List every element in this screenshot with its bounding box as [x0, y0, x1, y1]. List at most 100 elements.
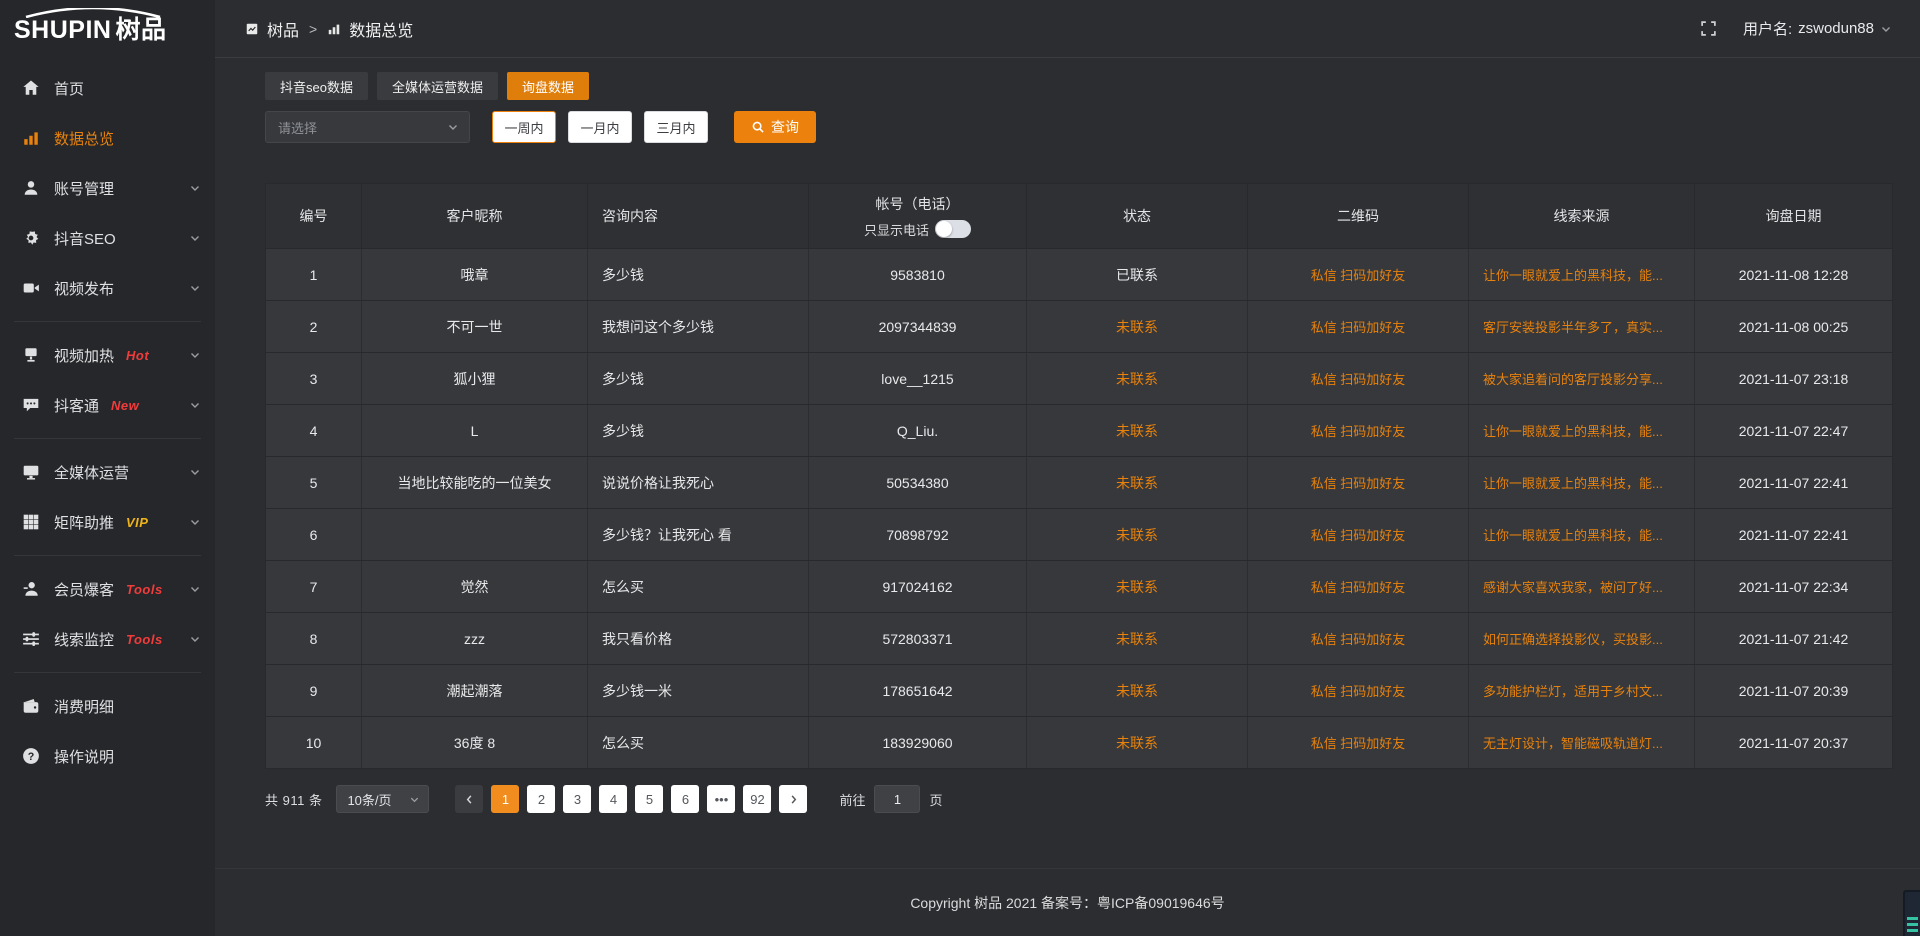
- cell-source-link[interactable]: 让你一眼就爱上的黑科技，能...: [1469, 405, 1695, 456]
- page-size-select[interactable]: 10条/页: [336, 785, 429, 813]
- sidebar-item-label: 矩阵助推: [54, 512, 114, 533]
- cell-qrcode-links[interactable]: 私信 扫码加好友: [1248, 509, 1469, 560]
- cell-qrcode-links[interactable]: 私信 扫码加好友: [1248, 405, 1469, 456]
- page-button-6[interactable]: 6: [671, 785, 699, 813]
- sidebar-item-spending-details[interactable]: 消费明细: [0, 681, 215, 731]
- page-button-4[interactable]: 4: [599, 785, 627, 813]
- chevron-down-icon: [1880, 23, 1892, 35]
- table-row: 10 36度 8 怎么买 183929060 未联系 私信 扫码加好友 无主灯设…: [266, 716, 1892, 768]
- cell-source-link[interactable]: 如何正确选择投影仪，买投影...: [1469, 613, 1695, 664]
- sidebar-item-badge: Tools: [126, 582, 163, 597]
- cell-source-link[interactable]: 多功能护栏灯，适用于乡村文...: [1469, 665, 1695, 716]
- chevron-down-icon: [189, 399, 201, 411]
- chevron-down-icon: [189, 232, 201, 244]
- cell-source-link[interactable]: 感谢大家喜欢我家，被问了好...: [1469, 561, 1695, 612]
- app-window: SHUPIN树品 首页数据总览账号管理抖音SEO视频发布视频加热Hot抖客通Ne…: [0, 0, 1920, 936]
- video-icon: [22, 279, 40, 297]
- footer: Copyright 树品 2021 备案号：粤ICP备09019646号: [215, 868, 1920, 936]
- sidebar-item-account-management[interactable]: 账号管理: [0, 163, 215, 213]
- sidebar-item-omni-media[interactable]: 全媒体运营: [0, 447, 215, 497]
- cell-qrcode-links[interactable]: 私信 扫码加好友: [1248, 717, 1469, 768]
- sidebar-item-douyin-seo[interactable]: 抖音SEO: [0, 213, 215, 263]
- phone-toggle-label: 只显示电话: [864, 220, 929, 239]
- sidebar-item-home[interactable]: 首页: [0, 63, 215, 113]
- sidebar-divider: [14, 321, 201, 322]
- tab-inquiry-data[interactable]: 询盘数据: [507, 72, 589, 100]
- sidebar-item-label: 会员爆客: [54, 579, 114, 600]
- sidebar-item-douketong[interactable]: 抖客通New: [0, 380, 215, 430]
- page-button-3[interactable]: 3: [563, 785, 591, 813]
- col-header-status: 状态: [1027, 184, 1248, 248]
- cell-source-link[interactable]: 让你一眼就爱上的黑科技，能...: [1469, 249, 1695, 300]
- breadcrumb-home[interactable]: 树品: [267, 17, 299, 41]
- cell-id: 4: [266, 405, 362, 456]
- user-menu[interactable]: 用户名: zswodun88: [1743, 18, 1892, 39]
- cell-source-link[interactable]: 让你一眼就爱上的黑科技，能...: [1469, 457, 1695, 508]
- logo-en: SHUPIN: [14, 16, 111, 44]
- col-header-id: 编号: [266, 184, 362, 248]
- range-button-1[interactable]: 一月内: [568, 111, 632, 143]
- page-button-5[interactable]: 5: [635, 785, 663, 813]
- cell-account: 9583810: [809, 249, 1027, 300]
- cell-source-link[interactable]: 客厅安装投影半年多了，真实...: [1469, 301, 1695, 352]
- cell-id: 7: [266, 561, 362, 612]
- sidebar: SHUPIN树品 首页数据总览账号管理抖音SEO 视频发布视频加热Hot抖客通Ne…: [0, 0, 215, 936]
- goto-page-input[interactable]: [874, 785, 920, 813]
- phone-only-toggle[interactable]: [935, 220, 971, 238]
- prev-page-button[interactable]: [455, 785, 483, 813]
- cell-qrcode-links[interactable]: 私信 扫码加好友: [1248, 353, 1469, 404]
- logo: SHUPIN树品: [0, 0, 215, 58]
- cell-id: 6: [266, 509, 362, 560]
- search-icon: [751, 120, 765, 134]
- cell-qrcode-links[interactable]: 私信 扫码加好友: [1248, 665, 1469, 716]
- cell-status: 未联系: [1027, 561, 1248, 612]
- sidebar-item-lead-monitor[interactable]: 线索监控Tools: [0, 614, 215, 664]
- chevron-down-icon: [189, 349, 201, 361]
- cell-source-link[interactable]: 让你一眼就爱上的黑科技，能...: [1469, 509, 1695, 560]
- cell-account: 917024162: [809, 561, 1027, 612]
- cell-status: 未联系: [1027, 457, 1248, 508]
- cell-source-link[interactable]: 无主灯设计，智能磁吸轨道灯...: [1469, 717, 1695, 768]
- sidebar-item-label: 数据总览: [54, 128, 114, 149]
- cell-nickname: 当地比较能吃的一位美女: [362, 457, 588, 508]
- phone-toggle-row: 只显示电话: [864, 220, 971, 239]
- cell-qrcode-links[interactable]: 私信 扫码加好友: [1248, 561, 1469, 612]
- more-pages-button[interactable]: •••: [707, 785, 735, 813]
- table-body: 1 哦章 多少钱 9583810 已联系 私信 扫码加好友 让你一眼就爱上的黑科…: [266, 248, 1892, 768]
- next-page-button[interactable]: [779, 785, 807, 813]
- sidebar-item-label: 视频发布: [54, 278, 114, 299]
- sidebar-item-member-leads[interactable]: 会员爆客 Tools: [0, 564, 215, 614]
- cell-nickname: 哦章: [362, 249, 588, 300]
- cell-account: 50534380: [809, 457, 1027, 508]
- query-button[interactable]: 查询: [734, 111, 816, 143]
- sidebar-item-instructions[interactable]: ?操作说明: [0, 731, 215, 781]
- chevron-down-icon: [189, 282, 201, 294]
- fullscreen-icon[interactable]: [1700, 20, 1717, 37]
- account-select[interactable]: 请选择: [265, 111, 470, 143]
- cell-status: 未联系: [1027, 613, 1248, 664]
- cell-date: 2021-11-07 22:47: [1695, 405, 1892, 456]
- sidebar-menu: 首页数据总览账号管理抖音SEO视频发布视频加热Hot抖客通New全媒体运营矩阵助…: [0, 58, 215, 781]
- sidebar-item-matrix-boost[interactable]: 矩阵助推VIP: [0, 497, 215, 547]
- cell-qrcode-links[interactable]: 私信 扫码加好友: [1248, 613, 1469, 664]
- cell-qrcode-links[interactable]: 私信 扫码加好友: [1248, 249, 1469, 300]
- floating-widget-partial[interactable]: [1903, 890, 1920, 936]
- sidebar-item-data-overview[interactable]: 数据总览: [0, 113, 215, 163]
- tab-douyin-seo-data[interactable]: 抖音seo数据: [265, 72, 368, 100]
- total-count: 共 911 条: [265, 790, 322, 809]
- sidebar-item-video-heating[interactable]: 视频加热Hot: [0, 330, 215, 380]
- range-button-0[interactable]: 一周内: [492, 111, 556, 143]
- tab-omni-media-data[interactable]: 全媒体运营数据: [377, 72, 498, 100]
- goto-page: 前往 页: [839, 785, 942, 813]
- cell-source-link[interactable]: 被大家追着问的客厅投影分享...: [1469, 353, 1695, 404]
- table-row: 3 狐小狸 多少钱 love__1215 未联系 私信 扫码加好友 被大家追着问…: [266, 352, 1892, 404]
- page-button-1[interactable]: 1: [491, 785, 519, 813]
- range-button-2[interactable]: 三月内: [644, 111, 708, 143]
- cell-date: 2021-11-07 20:39: [1695, 665, 1892, 716]
- sidebar-item-video-publish[interactable]: 视频发布: [0, 263, 215, 313]
- cell-date: 2021-11-07 22:41: [1695, 509, 1892, 560]
- cell-qrcode-links[interactable]: 私信 扫码加好友: [1248, 301, 1469, 352]
- page-button-92[interactable]: 92: [743, 785, 771, 813]
- page-button-2[interactable]: 2: [527, 785, 555, 813]
- cell-qrcode-links[interactable]: 私信 扫码加好友: [1248, 457, 1469, 508]
